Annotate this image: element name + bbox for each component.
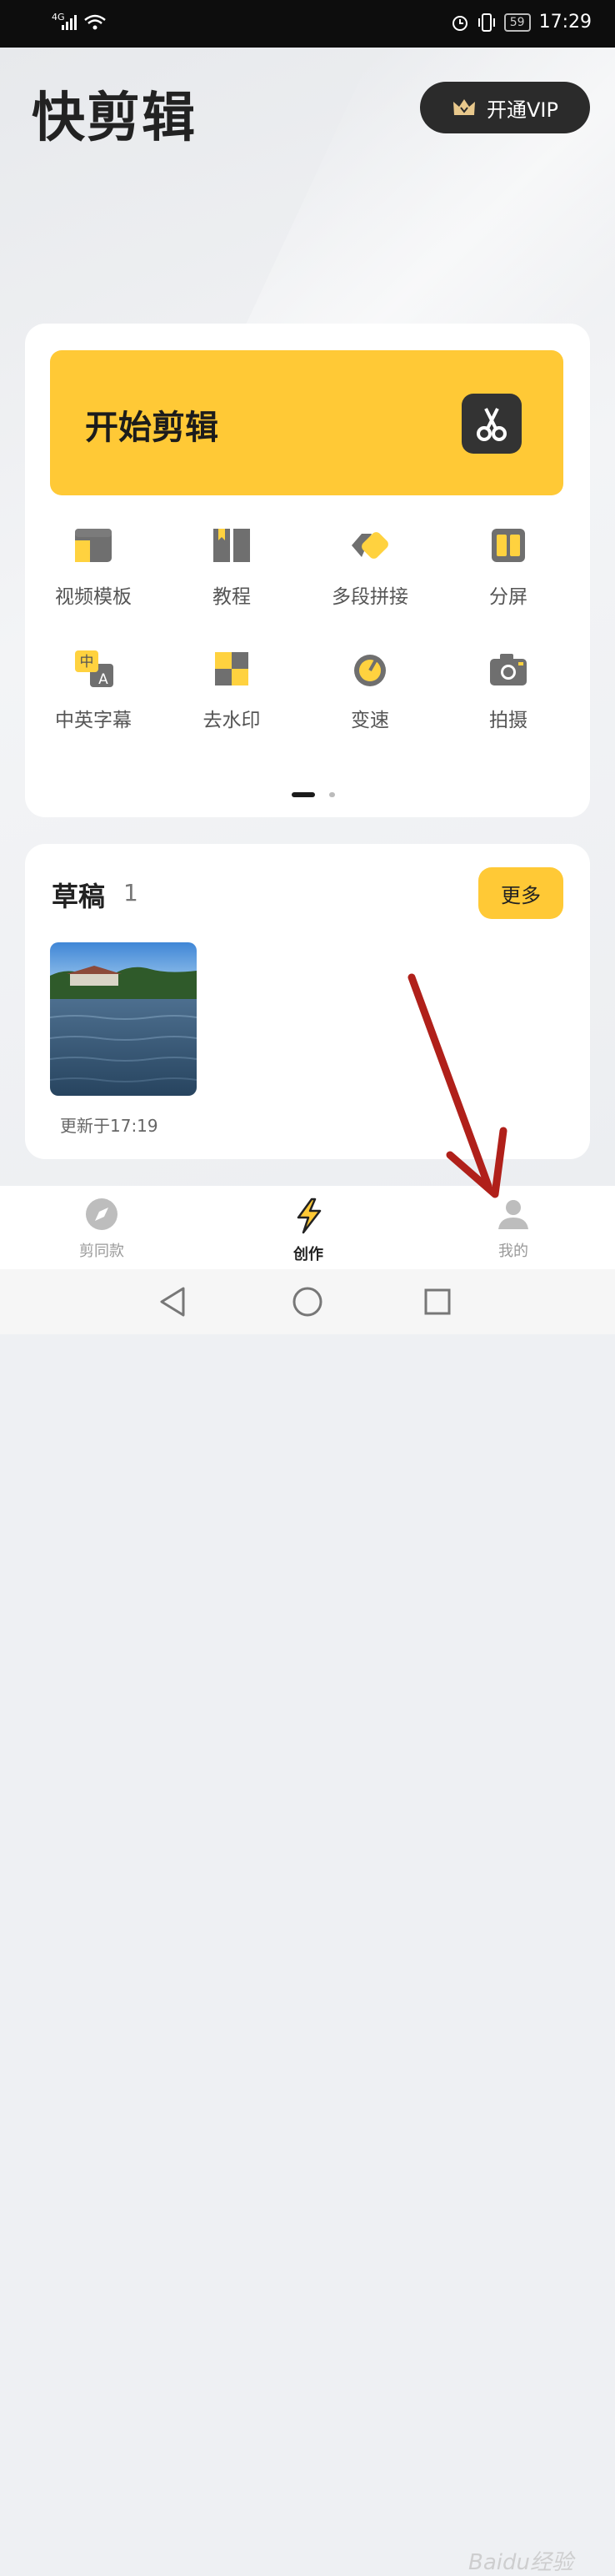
recents-icon[interactable]: [423, 1288, 452, 1316]
vip-button[interactable]: 开通VIP: [420, 82, 590, 133]
alarm-icon: [452, 15, 468, 31]
tab-template[interactable]: 剪同款: [52, 1198, 152, 1261]
tool-tutorial[interactable]: 教程: [173, 525, 290, 609]
status-right: 59 17:29: [451, 12, 592, 33]
scissors-icon: [462, 394, 522, 454]
multi-segment-icon: [350, 525, 390, 565]
drafts-count: 1: [123, 879, 138, 906]
tool-label: 分屏: [489, 586, 528, 608]
more-button[interactable]: 更多: [478, 867, 563, 919]
book-icon: [212, 525, 252, 565]
page-indicator: [292, 785, 336, 801]
tool-subtitle[interactable]: 中 A 中英字幕: [35, 649, 152, 732]
tool-label: 拍摄: [489, 710, 528, 731]
drafts-title: 草稿: [52, 881, 106, 912]
tool-split-screen[interactable]: 分屏: [450, 525, 567, 609]
subtitle-icon-zh: 中: [80, 654, 94, 670]
person-icon: [498, 1200, 528, 1229]
bottom-tab-bar: 剪同款 创作 我的: [0, 1186, 615, 1269]
tool-video-template[interactable]: 视频模板: [35, 525, 152, 609]
clock: 17:29: [538, 12, 592, 33]
system-nav-bar: Baidu经验: [0, 1269, 615, 2575]
page-dot: [329, 792, 336, 797]
page-dot-active: [292, 792, 315, 797]
watermark: Baidu经验: [468, 2550, 573, 2575]
draft-updated-time: 更新于17:19: [60, 1116, 158, 1136]
tool-label: 视频模板: [55, 586, 132, 608]
vibrate-icon: [478, 13, 495, 32]
subtitle-icon: 中 A: [73, 649, 113, 689]
tool-label: 多段拼接: [332, 586, 408, 608]
back-icon[interactable]: [158, 1286, 187, 1318]
tool-label: 教程: [212, 586, 251, 608]
tab-label: 我的: [498, 1243, 528, 1260]
tab-label: 剪同款: [79, 1243, 124, 1260]
tab-create[interactable]: 创作: [258, 1198, 358, 1264]
signal-wifi-icon: [62, 14, 106, 30]
speed-icon: [350, 649, 390, 689]
status-bar: 4G 59 17:29: [0, 0, 615, 48]
tool-label: 变速: [351, 710, 389, 731]
tool-camera[interactable]: 拍摄: [450, 649, 567, 732]
split-screen-icon: [488, 525, 528, 565]
tool-label: 中英字幕: [55, 710, 132, 731]
tool-watermark-remove[interactable]: 去水印: [173, 649, 290, 732]
start-edit-label: 开始剪辑: [85, 409, 218, 447]
camera-icon: [488, 649, 528, 689]
drafts-card: 草稿 1 更多 更新于17:19: [25, 844, 590, 1159]
tool-multi-segment[interactable]: 多段拼接: [312, 525, 428, 609]
subtitle-icon-en: A: [98, 671, 108, 688]
vip-label: 开通VIP: [487, 98, 558, 122]
start-edit-button[interactable]: 开始剪辑: [50, 350, 563, 495]
watermark-remove-icon: [212, 649, 252, 689]
crown-icon: [453, 99, 476, 115]
app-title: 快剪辑: [32, 88, 197, 149]
lightning-icon: [297, 1198, 322, 1234]
main-card: 开始剪辑 视频模板 教程 多段拼接 分屏 中 A 中英字幕 去水印 变速 拍摄: [25, 324, 590, 817]
tool-speed[interactable]: 变速: [312, 649, 428, 732]
tool-label: 去水印: [202, 710, 261, 731]
compass-icon: [86, 1198, 118, 1230]
home-icon[interactable]: [292, 1286, 323, 1318]
battery-indicator: 59: [503, 13, 531, 32]
tab-mine[interactable]: 我的: [463, 1198, 563, 1261]
video-template-icon: [73, 525, 113, 565]
tab-label: 创作: [293, 1246, 323, 1263]
draft-thumbnail[interactable]: [50, 942, 197, 1096]
